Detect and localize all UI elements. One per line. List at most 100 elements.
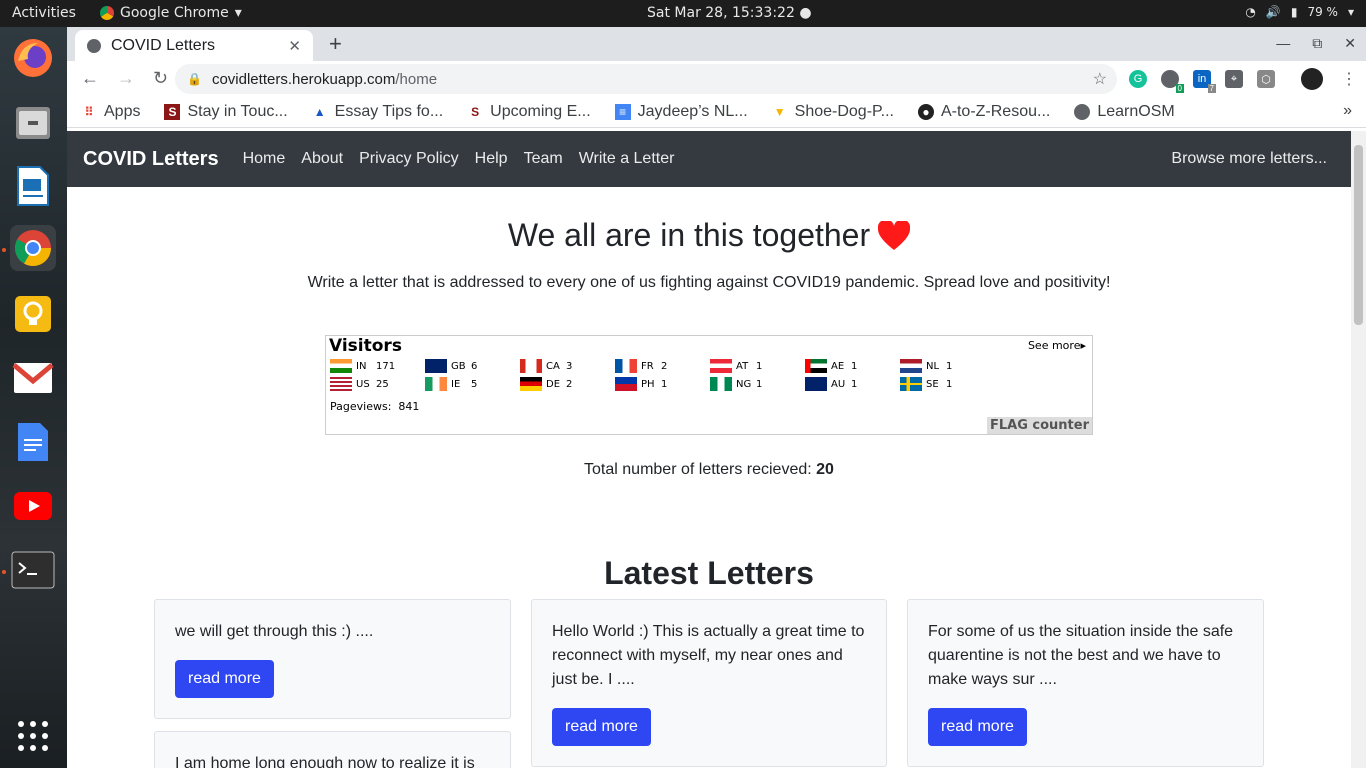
country-count: 2 bbox=[566, 378, 573, 390]
idea-icon[interactable] bbox=[10, 291, 56, 337]
browser-toolbar: ← → ↻ 🔒 covidletters.herokuapp.com/home … bbox=[67, 61, 1366, 96]
flag-entry: CA 3 bbox=[520, 358, 615, 374]
bookmark-item[interactable]: LearnOSM bbox=[1074, 103, 1175, 121]
visitors-title: Visitors bbox=[329, 336, 402, 356]
headline-text: We all are in this together bbox=[507, 217, 871, 253]
subhead: Write a letter that is addressed to ever… bbox=[307, 274, 1111, 291]
country-count: 25 bbox=[376, 378, 389, 390]
app-menu[interactable]: Google Chrome ▾ bbox=[100, 5, 242, 21]
window-controls: — ⧉ ✕ bbox=[1276, 35, 1356, 52]
nav-help[interactable]: Help bbox=[475, 150, 508, 168]
flag-entry: PH 1 bbox=[615, 376, 710, 392]
hexagon-icon[interactable]: ⬡ bbox=[1257, 70, 1275, 88]
chevron-down-icon: ▾ bbox=[234, 5, 242, 21]
gmail-icon[interactable] bbox=[10, 355, 56, 401]
more-bookmarks-icon[interactable]: » bbox=[1343, 102, 1352, 120]
letter-card: For some of us the situation inside the … bbox=[907, 599, 1264, 767]
clock-text: Sat Mar 28, 15:33:22 bbox=[647, 5, 795, 21]
activities-button[interactable]: Activities bbox=[12, 5, 76, 21]
see-more-link[interactable]: See more▸ bbox=[1028, 339, 1086, 352]
bookmark-item[interactable]: ▲ Essay Tips fo... bbox=[312, 103, 443, 121]
flag-entry: DE 2 bbox=[520, 376, 615, 392]
minimize-icon[interactable]: — bbox=[1276, 35, 1290, 52]
forward-icon[interactable]: → bbox=[117, 68, 135, 89]
bookmark-item[interactable]: S Upcoming E... bbox=[467, 103, 591, 121]
total-label: Total number of letters recieved: bbox=[584, 461, 812, 478]
heart-icon bbox=[878, 220, 911, 250]
ng-flag-icon bbox=[710, 377, 732, 391]
page-scrollbar[interactable] bbox=[1351, 131, 1366, 768]
files-icon[interactable] bbox=[10, 99, 56, 145]
country-code: FR bbox=[641, 360, 654, 372]
apps-grid-icon[interactable] bbox=[10, 713, 56, 759]
read-more-button[interactable]: read more bbox=[175, 660, 274, 698]
close-window-icon[interactable]: ✕ bbox=[1344, 35, 1356, 52]
writer-icon[interactable] bbox=[10, 163, 56, 209]
new-tab-button[interactable]: + bbox=[329, 31, 342, 57]
flag-entry: SE 1 bbox=[900, 376, 995, 392]
chrome-icon[interactable] bbox=[10, 225, 56, 271]
stanford-icon: S bbox=[164, 103, 181, 120]
flag-entry: FR 2 bbox=[615, 358, 710, 374]
app-menu-label: Google Chrome bbox=[120, 5, 229, 21]
firefox-icon[interactable] bbox=[10, 35, 56, 81]
site-brand[interactable]: COVID Letters bbox=[83, 148, 219, 171]
drive-icon: ▼ bbox=[773, 104, 786, 119]
country-code: AE bbox=[831, 360, 845, 372]
youtube-icon[interactable] bbox=[10, 483, 56, 529]
close-icon[interactable]: ✕ bbox=[288, 37, 301, 55]
se-flag-icon bbox=[900, 377, 922, 391]
flag-counter-widget[interactable]: Visitors See more▸ IN 171 GB 6 CA 3 FR 2 AT 1 AE 1 N… bbox=[325, 335, 1093, 435]
country-count: 5 bbox=[471, 378, 478, 390]
au-flag-icon bbox=[805, 377, 827, 391]
at-flag-icon bbox=[710, 359, 732, 373]
read-more-button[interactable]: read more bbox=[928, 708, 1027, 746]
flag-grid: IN 171 GB 6 CA 3 FR 2 AT 1 AE 1 NL 1 US 25 IE 5 DE 2 PH 1 NG 1 A… bbox=[330, 358, 995, 392]
back-icon[interactable]: ← bbox=[81, 68, 99, 89]
star-icon[interactable]: ☆ bbox=[1093, 69, 1107, 89]
scrollbar-thumb[interactable] bbox=[1354, 145, 1363, 325]
tab-title: COVID Letters bbox=[111, 36, 216, 54]
web-page: COVID Letters Home About Privacy Policy … bbox=[67, 131, 1351, 768]
extension-icon[interactable]: 0 bbox=[1161, 70, 1184, 93]
nav-team[interactable]: Team bbox=[524, 150, 563, 168]
country-code: AU bbox=[831, 378, 846, 390]
ca-flag-icon bbox=[520, 359, 542, 373]
system-tray[interactable]: ◔ 🔊 ▮ 79 % ▾ bbox=[1245, 5, 1354, 19]
url-host: covidletters.herokuapp.com bbox=[211, 70, 396, 88]
bookmark-item[interactable]: ● A-to-Z-Resou... bbox=[917, 103, 1050, 121]
pageviews-label: Pageviews: bbox=[330, 400, 392, 413]
browse-letters-link[interactable]: Browse more letters... bbox=[1171, 150, 1327, 168]
nav-privacy-policy[interactable]: Privacy Policy bbox=[359, 150, 459, 168]
linkedin-badge: 7 bbox=[1207, 84, 1216, 93]
grammarly-icon[interactable]: G bbox=[1129, 70, 1147, 88]
bookmark-item[interactable]: S Stay in Touc... bbox=[164, 102, 288, 121]
running-indicator bbox=[2, 248, 6, 252]
country-count: 3 bbox=[566, 360, 573, 372]
battery-icon: ▮ bbox=[1290, 5, 1298, 19]
maximize-icon[interactable]: ⧉ bbox=[1312, 35, 1322, 52]
docs-icon[interactable] bbox=[10, 419, 56, 465]
nav-home[interactable]: Home bbox=[243, 150, 286, 168]
location-icon[interactable]: ⌖ bbox=[1225, 70, 1243, 88]
avatar[interactable] bbox=[1301, 68, 1323, 90]
read-more-button[interactable]: read more bbox=[552, 708, 651, 746]
url-path: /home bbox=[395, 70, 438, 88]
menu-icon[interactable]: ⋮ bbox=[1341, 69, 1357, 89]
ae-flag-icon bbox=[805, 359, 827, 373]
letter-card: Hello World :) This is actually a great … bbox=[531, 599, 887, 767]
bookmark-item[interactable]: ≡ Jaydeep’s NL... bbox=[614, 103, 748, 121]
system-top-bar: Activities Google Chrome ▾ Sat Mar 28, 1… bbox=[0, 0, 1366, 27]
reload-icon[interactable]: ↻ bbox=[153, 68, 168, 89]
bookmark-label: Stay in Touc... bbox=[187, 102, 288, 120]
bookmark-apps[interactable]: ⠿ Apps bbox=[81, 103, 141, 121]
clock[interactable]: Sat Mar 28, 15:33:22 ● bbox=[647, 5, 812, 21]
linkedin-icon[interactable]: in 7 bbox=[1193, 70, 1216, 93]
nav-write-letter[interactable]: Write a Letter bbox=[579, 150, 675, 168]
tab-covid-letters[interactable]: COVID Letters ✕ bbox=[75, 30, 313, 61]
address-bar[interactable]: 🔒 covidletters.herokuapp.com/home ☆ bbox=[175, 64, 1117, 94]
bookmark-item[interactable]: ▼ Shoe-Dog-P... bbox=[772, 103, 894, 121]
nav-about[interactable]: About bbox=[301, 150, 343, 168]
country-code: NL bbox=[926, 360, 940, 372]
terminal-icon[interactable] bbox=[10, 547, 56, 593]
